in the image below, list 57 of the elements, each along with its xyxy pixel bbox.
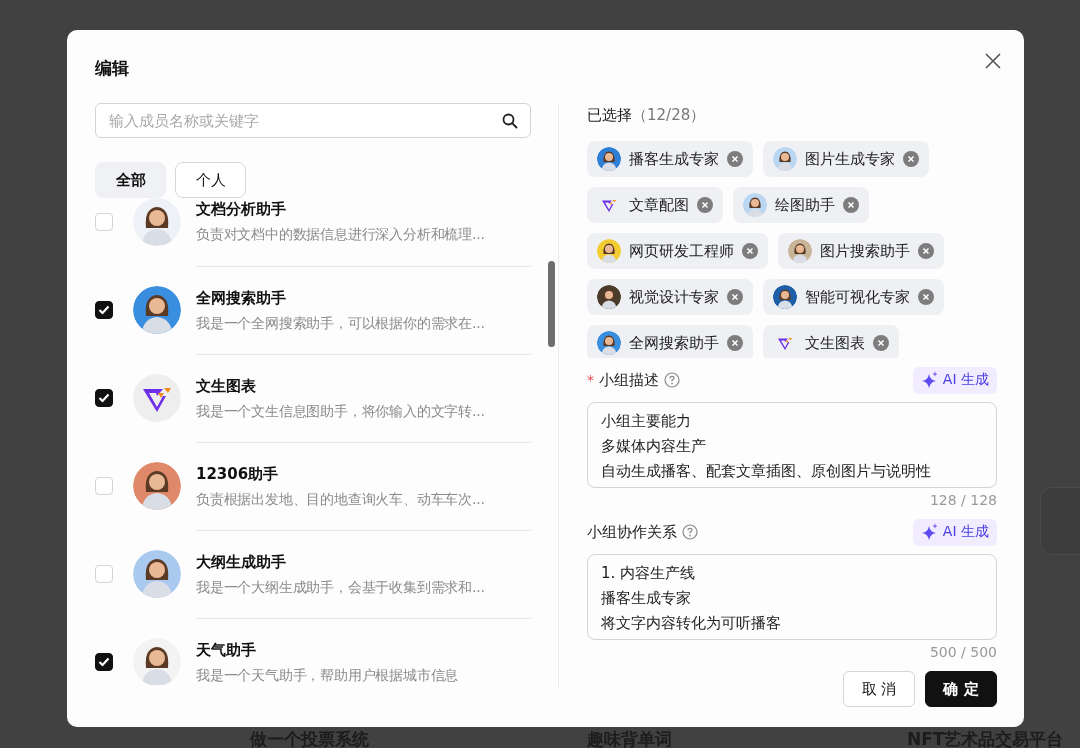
field-label: 小组描述 bbox=[599, 370, 659, 390]
remove-icon[interactable] bbox=[918, 243, 934, 259]
character-counter: 128 / 128 bbox=[929, 491, 997, 510]
member-name: 全网搜索助手 bbox=[196, 288, 287, 308]
search-field[interactable]: 输入成员名称或关键字 bbox=[95, 103, 531, 138]
tag-label: 文章配图 bbox=[629, 195, 689, 215]
tag-label: 图片搜索助手 bbox=[820, 241, 910, 261]
member-description: 我是一个全网搜索助手，可以根据你的需求在... bbox=[196, 314, 486, 333]
member-name: 文档分析助手 bbox=[196, 200, 287, 219]
member-name: 天气助手 bbox=[196, 640, 257, 660]
member-name: 大纲生成助手 bbox=[196, 552, 287, 572]
text-area[interactable]: 1. 内容生产线 播客生成专家 将文字内容转化为可听播客 bbox=[587, 554, 997, 640]
selected-label: 已选择 bbox=[587, 105, 632, 125]
member-description: 我是一个天气助手，帮助用户根据城市信息 bbox=[196, 666, 460, 685]
character-counter: 500 / 500 bbox=[929, 643, 997, 662]
help-icon[interactable] bbox=[682, 524, 698, 540]
remove-icon[interactable] bbox=[873, 335, 889, 351]
member-name: 12306助手 bbox=[196, 464, 280, 484]
tag-label: 图片生成专家 bbox=[805, 149, 895, 169]
tag-label: 全网搜索助手 bbox=[629, 333, 719, 353]
confirm-button[interactable]: 确 定 bbox=[925, 671, 997, 707]
text-area[interactable]: 小组主要能力 多媒体内容生产 自动生成播客、配套文章插图、原创图片与说明性 bbox=[587, 402, 997, 488]
search-icon bbox=[502, 113, 518, 129]
filter-tab[interactable]: 个人 bbox=[175, 162, 246, 198]
tag-label: 智能可视化专家 bbox=[805, 287, 910, 307]
remove-icon[interactable] bbox=[727, 289, 743, 305]
member-description: 我是一个大纲生成助手，会基于收集到需求和... bbox=[196, 578, 486, 597]
close-icon[interactable] bbox=[985, 52, 1001, 69]
ai-generate-button[interactable]: AI 生成 bbox=[912, 366, 997, 394]
selected-count: （12/28） bbox=[632, 105, 706, 125]
remove-icon[interactable] bbox=[843, 197, 859, 213]
ai-generate-button[interactable]: AI 生成 bbox=[912, 518, 997, 546]
tag-label: 视觉设计专家 bbox=[629, 287, 719, 307]
cancel-button[interactable]: 取 消 bbox=[843, 671, 915, 707]
field-label: 小组协作关系 bbox=[587, 522, 677, 542]
checkbox[interactable] bbox=[95, 653, 113, 671]
tag-label: 绘图助手 bbox=[775, 195, 835, 215]
help-icon[interactable] bbox=[664, 372, 680, 388]
remove-icon[interactable] bbox=[903, 151, 919, 167]
scrollbar[interactable] bbox=[548, 261, 555, 347]
required-mark: * bbox=[587, 372, 594, 388]
checkbox[interactable] bbox=[95, 389, 113, 407]
checkbox[interactable] bbox=[95, 301, 113, 319]
tag-label: 网页研发工程师 bbox=[629, 241, 734, 261]
member-name: 文生图表 bbox=[196, 376, 257, 396]
remove-icon[interactable] bbox=[697, 197, 713, 213]
dialog-title: 编辑 bbox=[95, 56, 129, 80]
tag-label: 播客生成专家 bbox=[629, 149, 719, 169]
remove-icon[interactable] bbox=[742, 243, 758, 259]
member-description: 我是一个文生信息图助手，将你输入的文字转... bbox=[196, 402, 486, 421]
member-description: 负责根据出发地、目的地查询火车、动车车次... bbox=[196, 490, 486, 509]
remove-icon[interactable] bbox=[727, 335, 743, 351]
remove-icon[interactable] bbox=[918, 289, 934, 305]
filter-tab[interactable]: 全部 bbox=[95, 162, 166, 198]
tag-label: 文生图表 bbox=[805, 333, 865, 353]
member-description: 负责对文档中的数据信息进行深入分析和梳理... bbox=[196, 226, 486, 244]
remove-icon[interactable] bbox=[727, 151, 743, 167]
